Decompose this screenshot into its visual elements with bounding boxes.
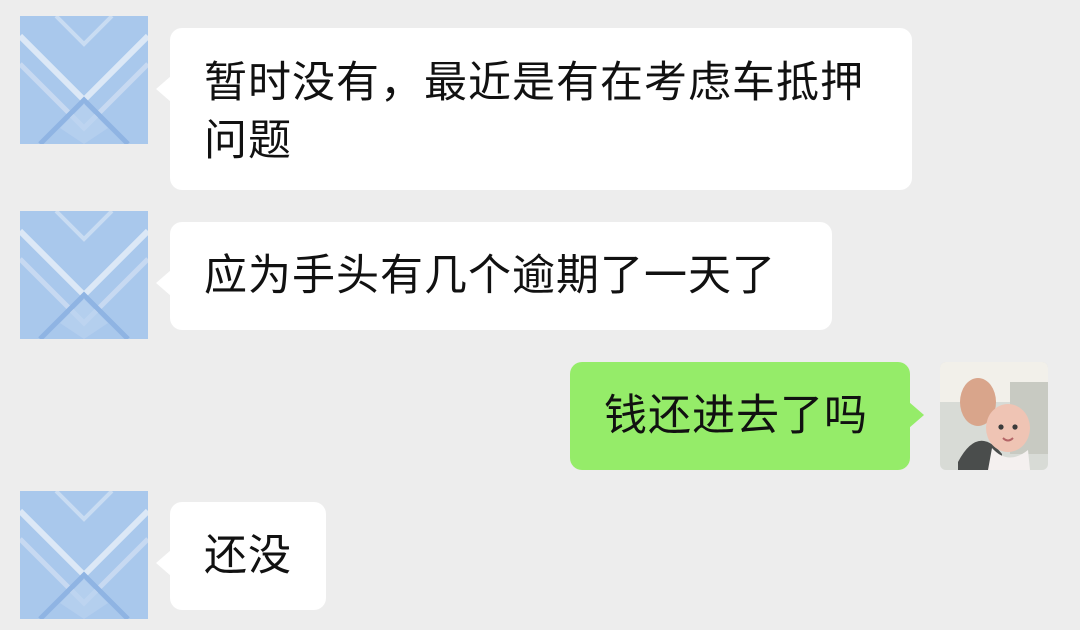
message-text: 应为手头有几个逾期了一天了 — [204, 251, 776, 301]
man-and-baby-photo-icon — [940, 362, 1048, 470]
message-text: 钱还进去了吗 — [604, 391, 868, 441]
contact-avatar[interactable] — [20, 491, 148, 619]
self-avatar[interactable] — [940, 362, 1048, 470]
contact-avatar[interactable] — [20, 211, 148, 339]
outgoing-message-bubble[interactable]: 钱还进去了吗 — [570, 362, 924, 470]
contact-avatar-pattern-icon — [20, 491, 148, 619]
message-text-line-2: 问题 — [204, 116, 292, 166]
incoming-message-bubble[interactable]: 暂时没有，最近是有在考虑车抵押 问题 — [156, 28, 912, 190]
contact-avatar-pattern-icon — [20, 16, 148, 144]
contact-avatar-pattern-icon — [20, 211, 148, 339]
message-text: 还没 — [204, 531, 292, 581]
message-text-line-1: 暂时没有，最近是有在考虑车抵押 — [204, 58, 864, 108]
incoming-message-bubble[interactable]: 还没 — [156, 502, 326, 610]
contact-avatar[interactable] — [20, 16, 148, 144]
incoming-message-bubble[interactable]: 应为手头有几个逾期了一天了 — [156, 222, 832, 330]
